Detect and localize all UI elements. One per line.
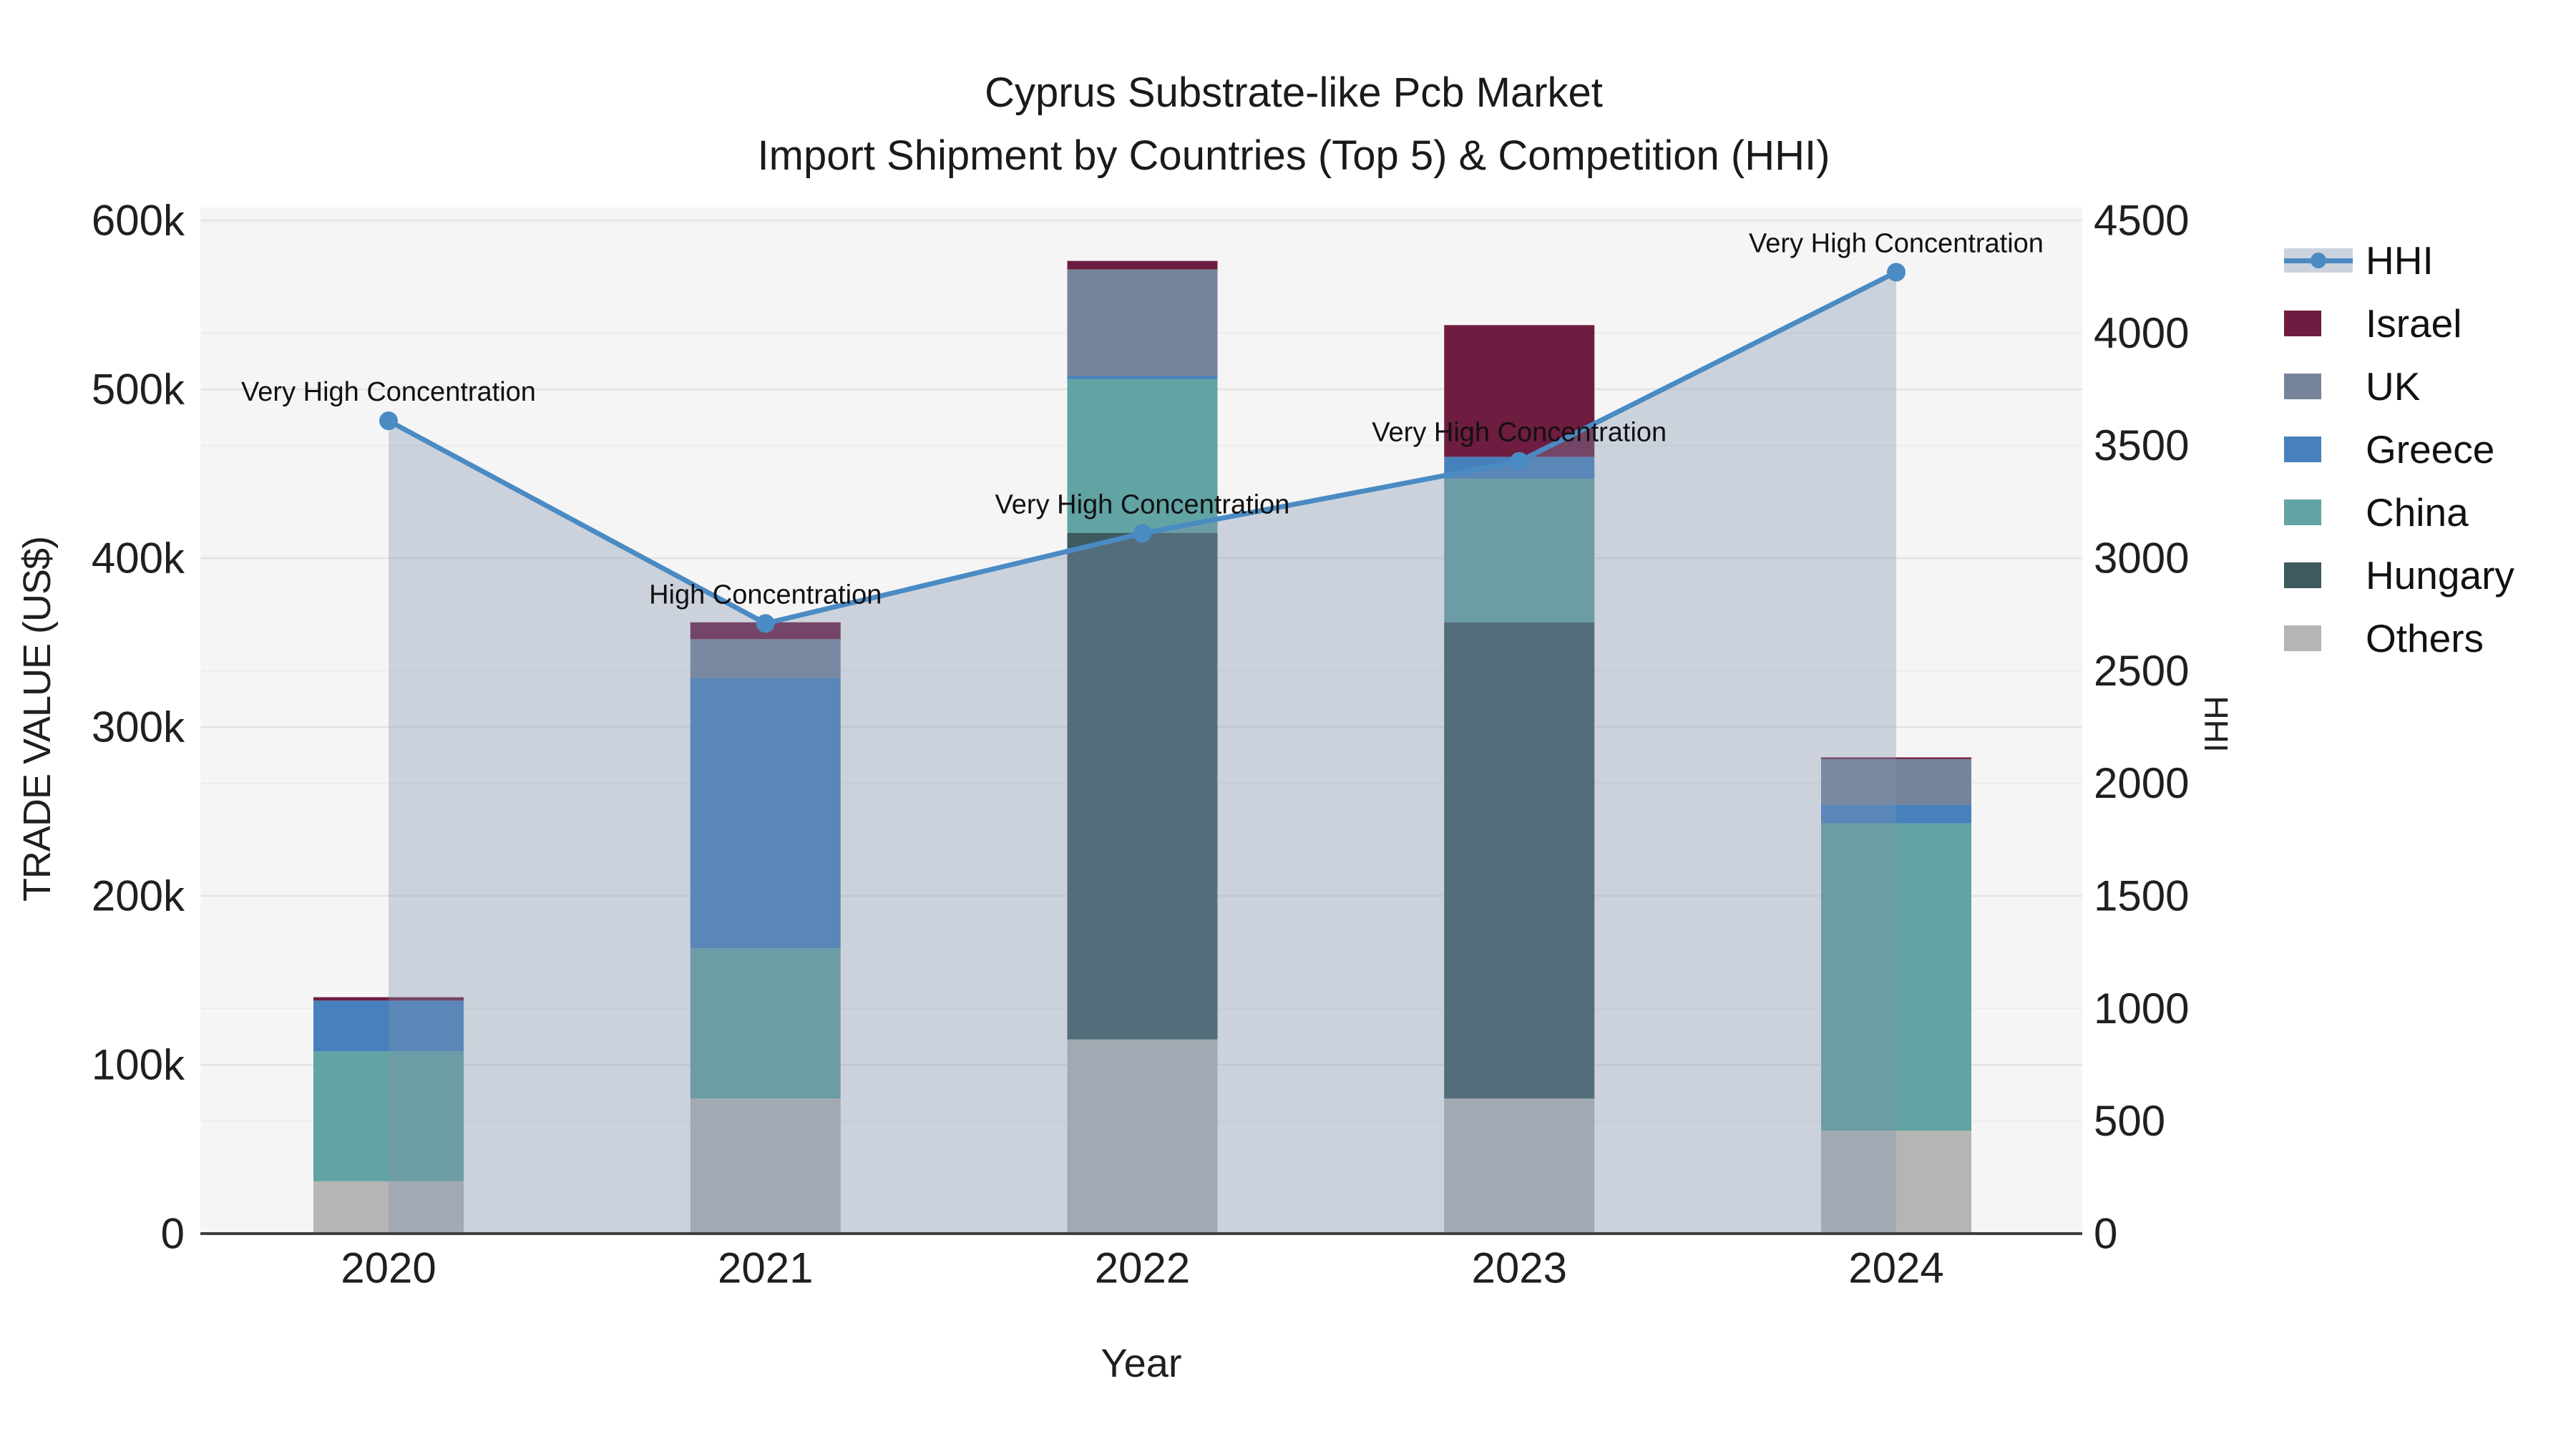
y-right-axis-title: HHI [2197, 696, 2235, 753]
y-right-tick-label: 1500 [2094, 872, 2189, 920]
legend-label: Others [2366, 616, 2484, 660]
hhi-marker-2020[interactable] [379, 411, 398, 431]
y-right-tick-label: 500 [2094, 1097, 2165, 1145]
y-left-tick-label: 400k [92, 535, 185, 582]
annotation-2021: High Concentration [649, 580, 882, 610]
legend-label: China [2366, 490, 2469, 535]
y-left-axis-title: TRADE VALUE (US$) [16, 536, 59, 902]
x-tick-label-2024: 2024 [1848, 1244, 1943, 1292]
y-right-tick-label: 1000 [2094, 985, 2189, 1033]
legend-item-china[interactable]: China [2284, 481, 2514, 544]
y-right-tick-label: 0 [2094, 1210, 2117, 1258]
chart-canvas: Very High Concentration High Concentratio… [92, 197, 2190, 1292]
hhi-marker-2021[interactable] [756, 614, 775, 633]
legend-item-others[interactable]: Others [2284, 607, 2514, 670]
y-right-tick-label: 4500 [2094, 197, 2189, 245]
x-tick-label-2022: 2022 [1095, 1244, 1190, 1292]
legend-label: UK [2366, 364, 2421, 409]
legend-swatch-icon [2284, 308, 2356, 339]
y-right-tick-label: 2500 [2094, 647, 2189, 695]
y-right-tick-label: 4000 [2094, 309, 2189, 357]
y-left-tick-label: 500k [92, 366, 185, 414]
y-left-tick-label: 600k [92, 197, 185, 245]
y-right-tick-label: 2000 [2094, 759, 2189, 807]
hhi-marker-2022[interactable] [1133, 524, 1152, 543]
bar-segment-uk-2022[interactable] [1067, 269, 1218, 376]
legend-swatch-icon [2284, 623, 2356, 654]
y-left-tick-label: 300k [92, 703, 185, 751]
chart-subtitle: Import Shipment by Countries (Top 5) & C… [757, 132, 1830, 179]
legend-swatch-icon [2284, 497, 2356, 528]
bar-segment-greece-2022[interactable] [1067, 376, 1218, 379]
hhi-marker-2024[interactable] [1887, 263, 1906, 282]
chart-title: Cyprus Substrate-like Pcb Market [985, 69, 1603, 116]
annotation-2020: Very High Concentration [241, 377, 536, 407]
legend-swatch-icon [2284, 560, 2356, 591]
legend-item-hhi[interactable]: HHI [2284, 229, 2514, 292]
x-axis-title: Year [1101, 1340, 1182, 1385]
x-tick-label-2023: 2023 [1472, 1244, 1567, 1292]
legend-item-hungary[interactable]: Hungary [2284, 544, 2514, 607]
legend-item-israel[interactable]: Israel [2284, 292, 2514, 355]
legend-label: Hungary [2366, 553, 2514, 597]
y-right-tick-label: 3000 [2094, 535, 2189, 582]
annotation-2022: Very High Concentration [995, 489, 1290, 519]
y-left-tick-label: 200k [92, 872, 185, 920]
x-tick-label-2021: 2021 [718, 1244, 813, 1292]
legend-label: HHI [2366, 238, 2434, 283]
figure: Very High Concentration High Concentratio… [0, 0, 2576, 1449]
annotation-2024: Very High Concentration [1749, 228, 2044, 258]
legend-swatch-icon [2284, 371, 2356, 402]
legend: HHI Israel UK Greece China Hungary Others [2284, 229, 2514, 670]
x-tick-label-2020: 2020 [341, 1244, 436, 1292]
hhi-marker-2023[interactable] [1510, 452, 1529, 471]
legend-label: Greece [2366, 427, 2495, 472]
y-right-tick-label: 3500 [2094, 421, 2189, 469]
legend-item-greece[interactable]: Greece [2284, 418, 2514, 481]
legend-item-uk[interactable]: UK [2284, 355, 2514, 418]
y-left-tick-label: 100k [92, 1041, 185, 1089]
legend-label: Israel [2366, 301, 2462, 346]
bar-segment-israel-2022[interactable] [1067, 260, 1218, 270]
legend-swatch-icon [2284, 434, 2356, 465]
y-left-tick-label: 0 [161, 1210, 185, 1258]
hhi-line-icon [2284, 245, 2356, 276]
annotation-2023: Very High Concentration [1372, 418, 1667, 448]
